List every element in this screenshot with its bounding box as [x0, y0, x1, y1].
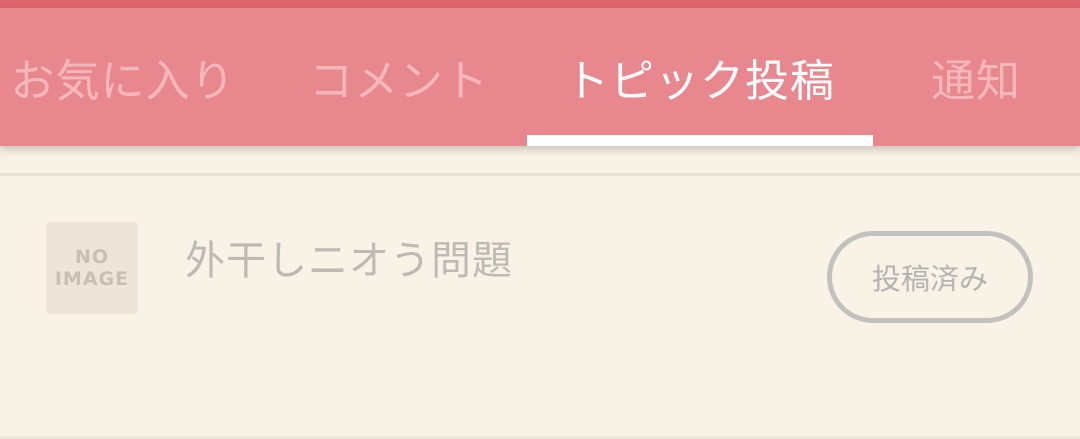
tab-topic-posts[interactable]: トピック投稿 [527, 8, 873, 146]
tab-notifications-label: 通知 [931, 56, 1021, 107]
active-tab-indicator [527, 135, 873, 146]
posted-status-badge: 投稿済み [827, 231, 1033, 323]
no-image-text-line2: IMAGE [54, 268, 130, 290]
topic-title: 外干しニオう問題 [185, 238, 513, 284]
tab-favorites-label: お気に入り [10, 56, 236, 107]
tab-favorites[interactable]: お気に入り [0, 8, 246, 146]
topic-thumbnail-placeholder: NO IMAGE [46, 222, 138, 314]
topic-list-item[interactable]: NO IMAGE 外干しニオう問題 投稿済み [0, 176, 1080, 436]
tab-comments[interactable]: コメント [276, 8, 522, 146]
posted-status-label: 投稿済み [871, 262, 988, 296]
tab-notifications[interactable]: 通知 [898, 8, 1054, 146]
no-image-text-line1: NO [74, 246, 110, 268]
status-strip [0, 0, 1080, 8]
tab-topic-posts-label: トピック投稿 [565, 56, 835, 107]
tab-comments-label: コメント [309, 56, 489, 107]
tab-bar: お気に入り コメント トピック投稿 通知 [0, 8, 1080, 146]
